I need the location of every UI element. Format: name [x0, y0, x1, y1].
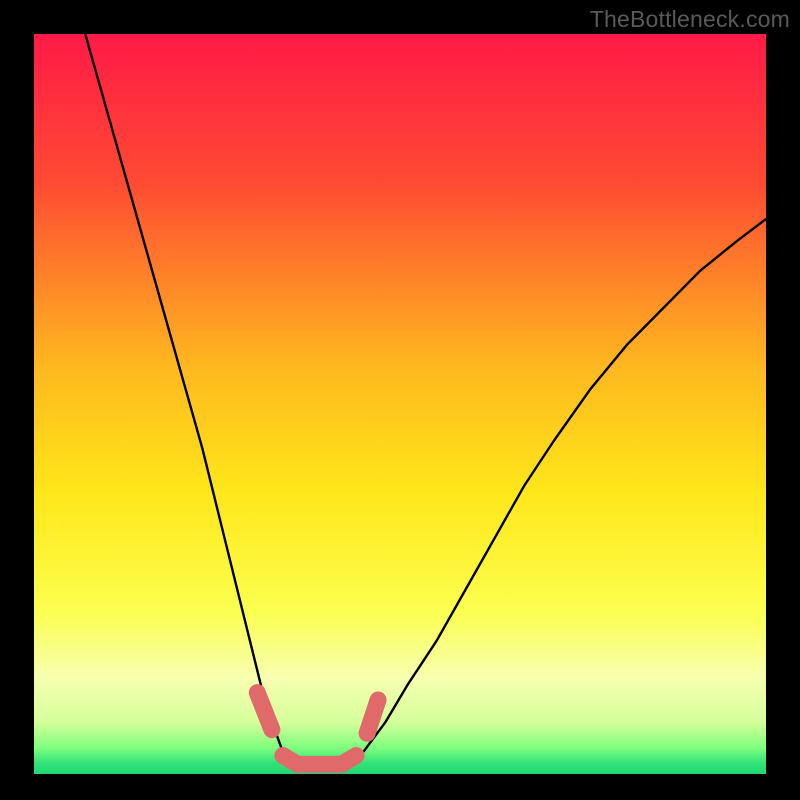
gradient-background	[34, 34, 766, 774]
chart-svg	[34, 34, 766, 774]
watermark-text: TheBottleneck.com	[590, 6, 790, 33]
chart-frame: TheBottleneck.com	[0, 0, 800, 800]
series-highlight-band	[283, 756, 356, 765]
plot-area	[34, 34, 766, 774]
series-highlight-band	[367, 700, 378, 733]
